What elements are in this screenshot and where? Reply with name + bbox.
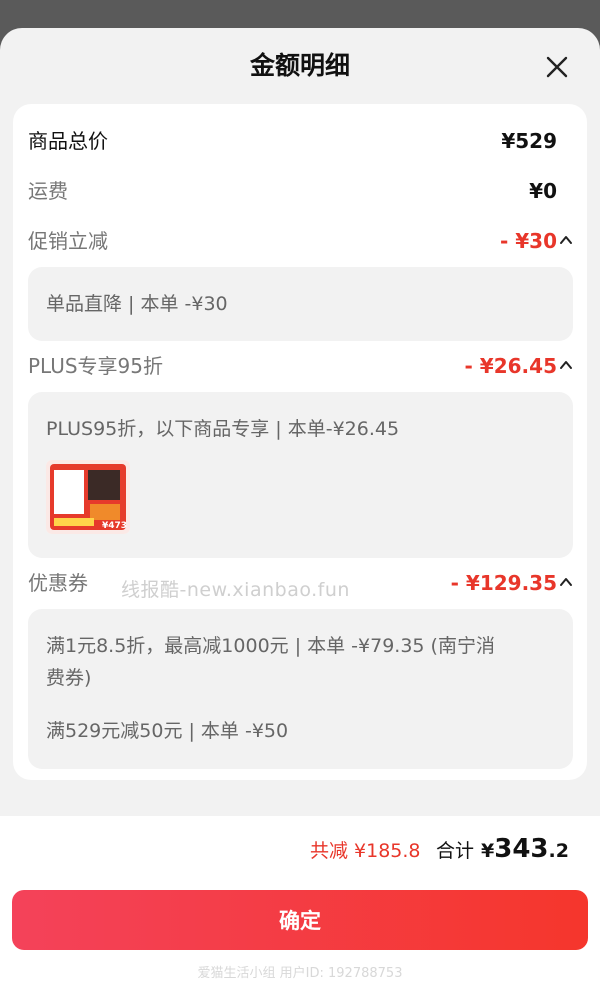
price-detail-sheet: 金额明细 商品总价 ¥529 运费 ¥0 促销立减 - ¥30 单品直降 | 本…: [0, 28, 600, 1002]
coupon-detail-box: 满1元8.5折，最高减1000元 | 本单 -¥79.35 (南宁消 费券) 满…: [28, 609, 573, 769]
total-saved: 共减 ¥185.8: [310, 840, 421, 862]
coupon-amount: - ¥129.35: [450, 571, 557, 595]
plus-amount: - ¥26.45: [464, 354, 557, 378]
total-price-row: 商品总价 ¥529: [28, 126, 587, 156]
shipping-row: 运费 ¥0: [28, 176, 587, 206]
totals-bar: 共减 ¥185.8 合计 ¥343.2: [0, 816, 600, 888]
shipping-amount: ¥0: [529, 179, 557, 203]
coupon-detail-line-2: 费券): [46, 667, 92, 689]
bottom-area: 确定 爱猫生活小组 用户ID: 192788753: [0, 888, 600, 1002]
page-title: 金额明细: [249, 51, 350, 80]
coupon-detail-line-1: 满1元8.5折，最高减1000元 | 本单 -¥79.35 (南宁消: [46, 635, 495, 657]
confirm-button[interactable]: 确定: [12, 890, 588, 950]
close-icon[interactable]: [544, 54, 570, 80]
plus-detail-text: PLUS95折，以下商品专享 | 本单-¥26.45: [46, 418, 400, 440]
chevron-up-icon[interactable]: [559, 358, 573, 372]
shipping-label: 运费: [28, 179, 68, 203]
promo-amount: - ¥30: [499, 229, 557, 253]
promo-detail-box: 单品直降 | 本单 -¥30: [28, 267, 573, 341]
sum-amount: ¥343.2: [481, 834, 569, 864]
coupon-detail-line-3: 满529元减50元 | 本单 -¥50: [46, 720, 289, 742]
promo-label: 促销立减: [28, 229, 108, 253]
sum-label: 合计: [436, 840, 475, 862]
coupon-label: 优惠券: [28, 571, 88, 595]
promo-detail-text: 单品直降 | 本单 -¥30: [46, 293, 228, 315]
promo-row[interactable]: 促销立减 - ¥30: [28, 226, 587, 256]
plus-detail-box: PLUS95折，以下商品专享 | 本单-¥26.45 ¥473: [28, 392, 573, 558]
footer-watermark: 爱猫生活小组 用户ID: 192788753: [197, 966, 403, 981]
price-breakdown-card: 商品总价 ¥529 运费 ¥0 促销立减 - ¥30 单品直降 | 本单 -¥3…: [13, 104, 587, 780]
watermark-text: 线报酷-new.xianbao.fun: [121, 579, 350, 601]
product-thumbnail[interactable]: ¥473: [46, 460, 130, 534]
chevron-up-icon[interactable]: [559, 233, 573, 247]
plus-row[interactable]: PLUS专享95折 - ¥26.45: [28, 351, 587, 381]
product-price-badge: ¥473: [102, 521, 127, 531]
total-price-label: 商品总价: [28, 129, 108, 153]
plus-label: PLUS专享95折: [28, 354, 163, 378]
total-price-amount: ¥529: [501, 129, 557, 153]
chevron-up-icon[interactable]: [559, 575, 573, 589]
